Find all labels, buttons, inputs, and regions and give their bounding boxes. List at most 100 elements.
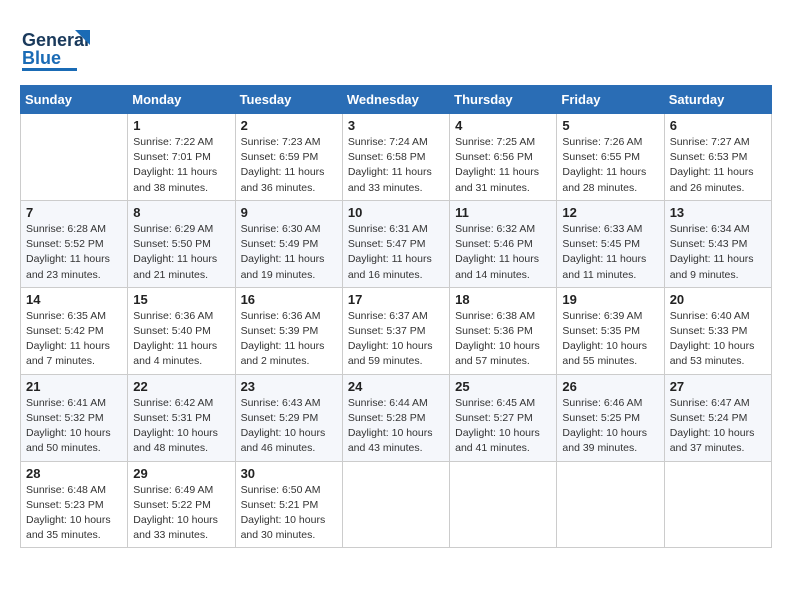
day-number: 14 [26,292,122,307]
day-info: Sunrise: 6:29 AM Sunset: 5:50 PM Dayligh… [133,222,229,283]
calendar-cell [342,461,449,548]
day-info: Sunrise: 6:36 AM Sunset: 5:40 PM Dayligh… [133,309,229,370]
calendar-cell: 17 Sunrise: 6:37 AM Sunset: 5:37 PM Dayli… [342,287,449,374]
calendar-cell: 20 Sunrise: 6:40 AM Sunset: 5:33 PM Dayli… [664,287,771,374]
calendar-cell: 11Sunrise: 6:32 AM Sunset: 5:46 PM Dayli… [450,200,557,287]
calendar-cell: 16 Sunrise: 6:36 AM Sunset: 5:39 PM Dayli… [235,287,342,374]
day-info: Sunrise: 6:31 AM Sunset: 5:47 PM Dayligh… [348,222,444,283]
logo: General Blue [20,20,92,75]
day-info: Sunrise: 6:32 AM Sunset: 5:46 PM Dayligh… [455,222,551,283]
day-number: 16 [241,292,337,307]
day-info: Sunrise: 7:23 AM Sunset: 6:59 PM Dayligh… [241,135,337,196]
calendar-cell: 19 Sunrise: 6:39 AM Sunset: 5:35 PM Dayli… [557,287,664,374]
day-number: 19 [562,292,658,307]
calendar-cell: 3Sunrise: 7:24 AM Sunset: 6:58 PM Daylig… [342,114,449,201]
weekday-header-cell: Thursday [450,86,557,114]
calendar-cell: 13 Sunrise: 6:34 AM Sunset: 5:43 PM Dayli… [664,200,771,287]
day-number: 8 [133,205,229,220]
day-number: 17 [348,292,444,307]
day-number: 5 [562,118,658,133]
day-info: Sunrise: 6:40 AM Sunset: 5:33 PM Dayligh… [670,309,766,370]
day-number: 15 [133,292,229,307]
weekday-header-row: SundayMondayTuesdayWednesdayThursdayFrid… [21,86,772,114]
day-info: Sunrise: 7:22 AM Sunset: 7:01 PM Dayligh… [133,135,229,196]
calendar-cell: 23 Sunrise: 6:43 AM Sunset: 5:29 PM Dayli… [235,374,342,461]
day-info: Sunrise: 6:43 AM Sunset: 5:29 PM Dayligh… [241,396,337,457]
day-info: Sunrise: 6:36 AM Sunset: 5:39 PM Dayligh… [241,309,337,370]
day-number: 13 [670,205,766,220]
day-info: Sunrise: 6:48 AM Sunset: 5:23 PM Dayligh… [26,483,122,544]
calendar-body: 1 Sunrise: 7:22 AM Sunset: 7:01 PM Daylig… [21,114,772,548]
day-info: Sunrise: 7:26 AM Sunset: 6:55 PM Dayligh… [562,135,658,196]
weekday-header-cell: Sunday [21,86,128,114]
day-number: 22 [133,379,229,394]
day-info: Sunrise: 6:28 AM Sunset: 5:52 PM Dayligh… [26,222,122,283]
day-number: 27 [670,379,766,394]
day-info: Sunrise: 6:44 AM Sunset: 5:28 PM Dayligh… [348,396,444,457]
weekday-header-cell: Tuesday [235,86,342,114]
calendar-cell: 25 Sunrise: 6:45 AM Sunset: 5:27 PM Dayli… [450,374,557,461]
calendar-cell: 12 Sunrise: 6:33 AM Sunset: 5:45 PM Dayli… [557,200,664,287]
calendar-cell: 30Sunrise: 6:50 AM Sunset: 5:21 PM Dayli… [235,461,342,548]
day-info: Sunrise: 6:38 AM Sunset: 5:36 PM Dayligh… [455,309,551,370]
svg-text:Blue: Blue [22,48,61,68]
calendar-cell [450,461,557,548]
day-info: Sunrise: 6:34 AM Sunset: 5:43 PM Dayligh… [670,222,766,283]
calendar-cell: 6 Sunrise: 7:27 AM Sunset: 6:53 PM Daylig… [664,114,771,201]
day-number: 4 [455,118,551,133]
logo-icon: General Blue [20,20,90,75]
day-number: 2 [241,118,337,133]
calendar-cell: 2 Sunrise: 7:23 AM Sunset: 6:59 PM Daylig… [235,114,342,201]
day-info: Sunrise: 6:46 AM Sunset: 5:25 PM Dayligh… [562,396,658,457]
day-info: Sunrise: 6:50 AM Sunset: 5:21 PM Dayligh… [241,483,337,544]
day-info: Sunrise: 6:42 AM Sunset: 5:31 PM Dayligh… [133,396,229,457]
calendar-cell: 29 Sunrise: 6:49 AM Sunset: 5:22 PM Dayli… [128,461,235,548]
day-info: Sunrise: 6:45 AM Sunset: 5:27 PM Dayligh… [455,396,551,457]
day-number: 10 [348,205,444,220]
day-info: Sunrise: 6:39 AM Sunset: 5:35 PM Dayligh… [562,309,658,370]
calendar-cell: 24 Sunrise: 6:44 AM Sunset: 5:28 PM Dayli… [342,374,449,461]
day-info: Sunrise: 7:25 AM Sunset: 6:56 PM Dayligh… [455,135,551,196]
day-number: 26 [562,379,658,394]
day-number: 3 [348,118,444,133]
day-number: 21 [26,379,122,394]
day-number: 7 [26,205,122,220]
day-number: 24 [348,379,444,394]
weekday-header-cell: Wednesday [342,86,449,114]
day-number: 23 [241,379,337,394]
calendar-week-row: 14Sunrise: 6:35 AM Sunset: 5:42 PM Dayli… [21,287,772,374]
day-info: Sunrise: 6:49 AM Sunset: 5:22 PM Dayligh… [133,483,229,544]
day-number: 28 [26,466,122,481]
calendar-cell: 21 Sunrise: 6:41 AM Sunset: 5:32 PM Dayli… [21,374,128,461]
day-number: 1 [133,118,229,133]
day-number: 25 [455,379,551,394]
calendar-cell [557,461,664,548]
calendar-cell: 26 Sunrise: 6:46 AM Sunset: 5:25 PM Dayli… [557,374,664,461]
day-number: 9 [241,205,337,220]
weekday-header-cell: Saturday [664,86,771,114]
calendar-cell: 8 Sunrise: 6:29 AM Sunset: 5:50 PM Daylig… [128,200,235,287]
day-info: Sunrise: 6:37 AM Sunset: 5:37 PM Dayligh… [348,309,444,370]
weekday-header-cell: Monday [128,86,235,114]
day-number: 20 [670,292,766,307]
calendar-cell: 5 Sunrise: 7:26 AM Sunset: 6:55 PM Daylig… [557,114,664,201]
calendar-table: SundayMondayTuesdayWednesdayThursdayFrid… [20,85,772,548]
calendar-week-row: 28 Sunrise: 6:48 AM Sunset: 5:23 PM Dayli… [21,461,772,548]
calendar-cell: 9 Sunrise: 6:30 AM Sunset: 5:49 PM Daylig… [235,200,342,287]
day-info: Sunrise: 6:30 AM Sunset: 5:49 PM Dayligh… [241,222,337,283]
day-number: 29 [133,466,229,481]
day-info: Sunrise: 7:27 AM Sunset: 6:53 PM Dayligh… [670,135,766,196]
weekday-header-cell: Friday [557,86,664,114]
calendar-cell: 4 Sunrise: 7:25 AM Sunset: 6:56 PM Daylig… [450,114,557,201]
calendar-cell: 7 Sunrise: 6:28 AM Sunset: 5:52 PM Daylig… [21,200,128,287]
day-number: 12 [562,205,658,220]
calendar-cell: 15 Sunrise: 6:36 AM Sunset: 5:40 PM Dayli… [128,287,235,374]
day-info: Sunrise: 6:47 AM Sunset: 5:24 PM Dayligh… [670,396,766,457]
day-number: 6 [670,118,766,133]
day-info: Sunrise: 6:33 AM Sunset: 5:45 PM Dayligh… [562,222,658,283]
day-info: Sunrise: 6:41 AM Sunset: 5:32 PM Dayligh… [26,396,122,457]
calendar-cell [664,461,771,548]
calendar-cell: 22 Sunrise: 6:42 AM Sunset: 5:31 PM Dayli… [128,374,235,461]
calendar-cell [21,114,128,201]
calendar-cell: 10 Sunrise: 6:31 AM Sunset: 5:47 PM Dayli… [342,200,449,287]
